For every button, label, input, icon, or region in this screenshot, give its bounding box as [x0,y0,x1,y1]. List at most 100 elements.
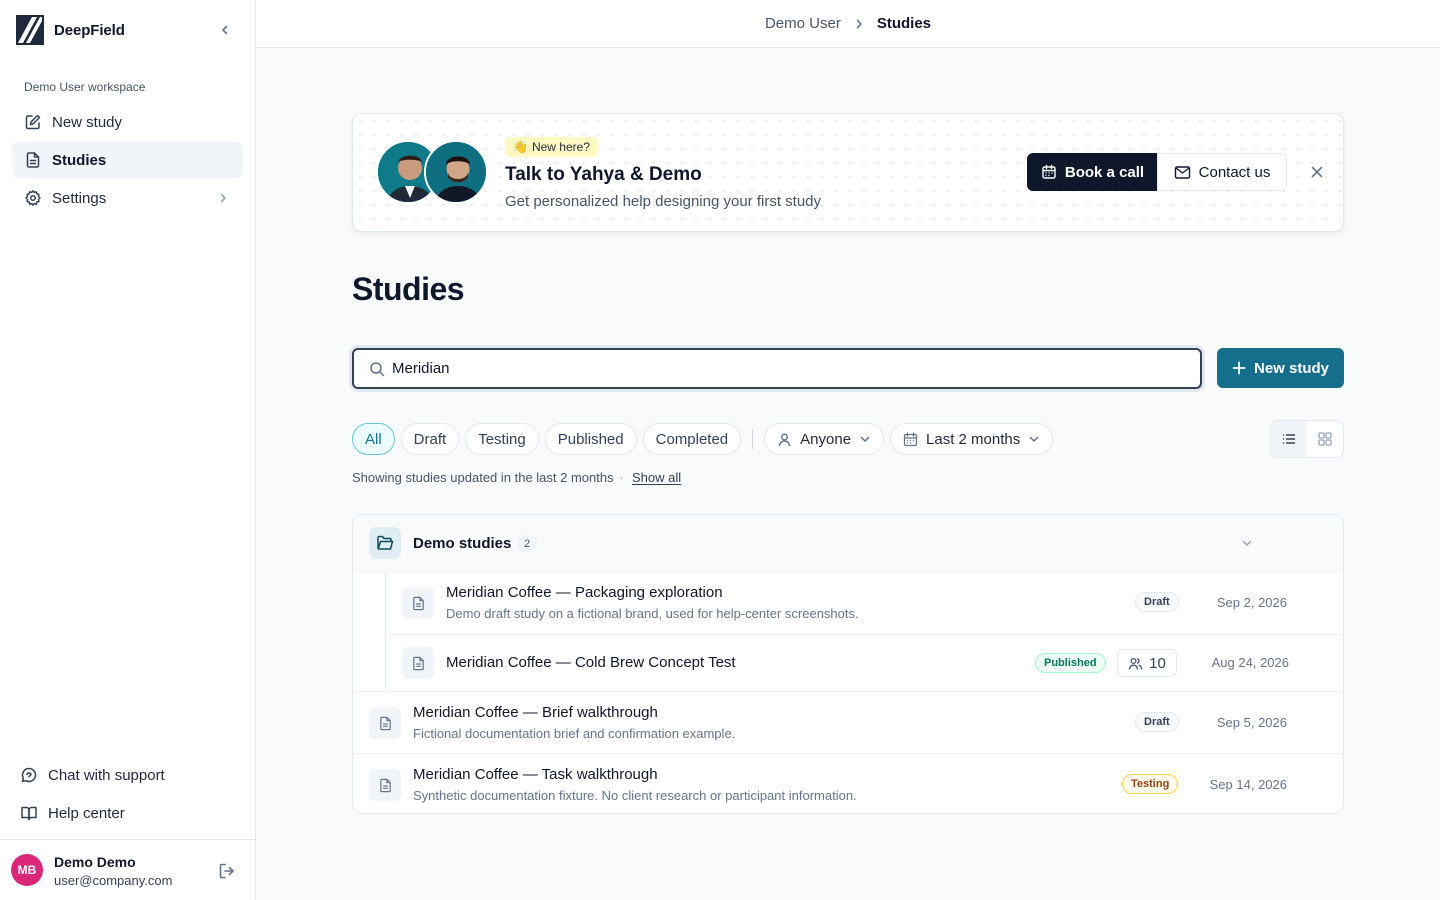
plus-icon [1232,361,1246,375]
document-icon [369,769,401,801]
list-icon [1282,434,1296,444]
new-study-label: New study [1253,359,1329,377]
new-study-button[interactable]: New study [1217,348,1344,388]
table-row[interactable]: Meridian Coffee — Packaging exploration … [353,572,1343,634]
sidebar-nav: New study Studies Settings [12,104,243,218]
page-title: Studies [352,271,465,307]
chevron-right-icon [853,18,865,30]
owner-dropdown[interactable]: Anyone [764,423,885,455]
new-here-label: New here? [531,140,590,154]
chat-support-label: Chat with support [48,766,165,784]
wave-icon: 👋 [513,140,528,154]
study-date: Sep 5, 2026 [1216,715,1287,730]
search-input[interactable] [392,350,1182,387]
participants-count[interactable]: 10 [1117,649,1177,677]
study-title[interactable]: Meridian Coffee — Brief walkthrough [413,704,658,721]
calendar-icon [903,431,918,446]
filter-notice: Showing studies updated in the last 2 mo… [352,470,681,485]
sidebar-item-label: Studies [52,151,107,169]
sidebar-item-new-study[interactable]: New study [12,104,243,140]
breadcrumb: Demo User Studies [256,0,1440,48]
workspace-label: Demo User workspace [24,80,146,94]
group-name: Demo studies [413,535,512,552]
filter-notice-text: Showing studies updated in the last 2 mo… [352,470,614,485]
folder-icon [369,527,401,559]
chevron-down-icon[interactable] [1241,537,1253,549]
help-center-link[interactable]: Help center [12,796,243,830]
users-icon [1129,657,1143,670]
study-description: Synthetic documentation fixture. No clie… [413,788,857,803]
filter-divider [752,429,754,449]
user-name: Demo Demo [54,854,136,870]
user-footer: MB Demo Demo user@company.com [0,839,255,900]
main-content: 👋 New here? Talk to Yahya & Demo Get per… [256,49,1440,900]
table-row[interactable]: Meridian Coffee — Task walkthrough Synth… [353,753,1343,813]
filter-all[interactable]: All [352,423,395,455]
sidebar: DeepField Demo User workspace New study … [0,0,256,900]
onboarding-banner: 👋 New here? Talk to Yahya & Demo Get per… [352,113,1344,232]
date-range-value: Last 2 months [926,430,1021,448]
participants-value: 10 [1149,654,1166,672]
search-box [352,348,1202,389]
book-icon [21,806,37,821]
grid-view-button[interactable] [1307,421,1343,457]
document-icon [402,647,434,679]
sidebar-item-label: New study [52,113,123,131]
breadcrumb-parent[interactable]: Demo User [765,15,841,32]
new-here-pill: 👋 New here? [505,137,598,157]
group-header[interactable]: Demo studies 2 [353,515,1343,572]
help-center-label: Help center [48,804,125,822]
deepfield-logo [16,15,44,45]
study-group: Demo studies 2 Meridian Coffee — Packagi… [352,514,1344,814]
filter-testing[interactable]: Testing [465,423,539,455]
mail-icon [1174,165,1190,179]
book-call-button[interactable]: Book a call [1027,153,1158,191]
table-row[interactable]: Meridian Coffee — Brief walkthrough Fict… [353,691,1343,753]
sidebar-item-settings[interactable]: Settings [12,180,243,216]
status-badge: Testing [1122,774,1179,794]
sidebar-bottom-links: Chat with support Help center [12,758,243,834]
filter-draft[interactable]: Draft [400,423,460,455]
brand[interactable]: DeepField [16,14,125,46]
logout-icon[interactable] [217,861,237,881]
group-count-badge: 2 [517,535,537,552]
date-range-dropdown[interactable]: Last 2 months [890,423,1054,455]
chevron-down-icon [860,436,870,442]
filter-bar: All Draft Testing Published Completed An… [352,423,1054,455]
status-badge: Published [1035,653,1106,673]
status-badge: Draft [1135,712,1179,732]
study-title[interactable]: Meridian Coffee — Packaging exploration [446,584,723,601]
study-title[interactable]: Meridian Coffee — Cold Brew Concept Test [446,654,736,671]
chat-icon [21,767,37,783]
show-all-link[interactable]: Show all [632,470,681,485]
close-icon[interactable] [1309,164,1325,180]
contact-us-button[interactable]: Contact us [1157,153,1287,191]
study-date: Aug 24, 2026 [1211,655,1289,670]
user-icon [778,433,791,446]
sidebar-item-label: Settings [52,189,107,207]
owner-value: Anyone [800,430,852,448]
banner-title: Talk to Yahya & Demo [505,164,702,185]
list-view-button[interactable] [1271,421,1307,457]
view-toggle [1270,420,1344,458]
study-description: Demo draft study on a fictional brand, u… [446,606,859,621]
filter-completed[interactable]: Completed [642,423,742,455]
sidebar-item-studies[interactable]: Studies [12,142,243,178]
filter-published[interactable]: Published [544,423,637,455]
study-title[interactable]: Meridian Coffee — Task walkthrough [413,766,658,783]
book-call-label: Book a call [1064,163,1145,181]
edit-icon [25,114,41,130]
document-icon [26,152,40,168]
advisor-avatar-2 [424,140,488,204]
avatar[interactable]: MB [11,854,43,886]
collapse-sidebar-button[interactable] [214,20,236,40]
chevron-left-icon [222,25,228,35]
study-date: Sep 14, 2026 [1209,777,1287,792]
breadcrumb-current: Studies [876,15,932,32]
study-description: Fictional documentation brief and confir… [413,726,736,741]
contact-us-label: Contact us [1198,163,1271,181]
document-icon [402,587,434,619]
chat-support-link[interactable]: Chat with support [12,758,243,792]
table-row[interactable]: Meridian Coffee — Cold Brew Concept Test… [385,634,1343,691]
search-icon [370,362,385,377]
